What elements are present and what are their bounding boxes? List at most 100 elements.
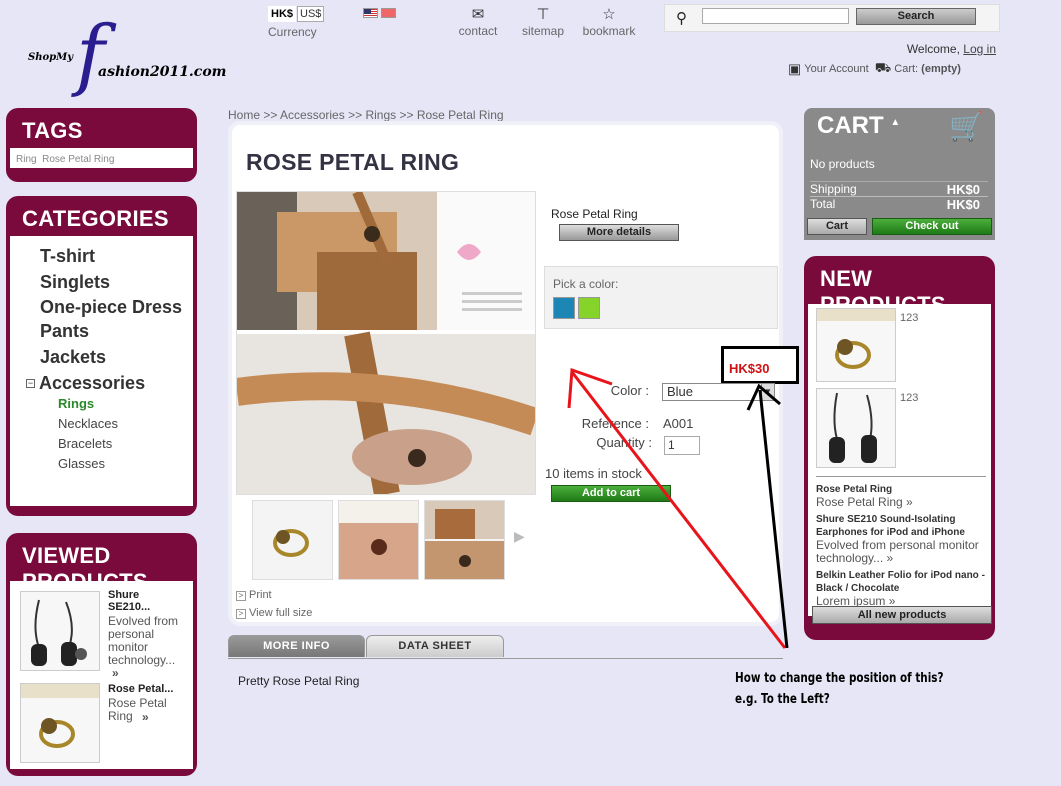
quantity-field[interactable]: 1 [664,436,700,455]
subcategory-bracelets[interactable]: Bracelets [58,434,193,454]
new-product-name[interactable]: Belkin Leather Folio for iPod nano - Bla… [816,569,986,595]
zoom-icon: > [236,609,246,619]
viewed-item-name[interactable]: Shure SE210... [108,589,178,613]
new-product-name[interactable]: Shure SE210 Sound-Isolating Earphones fo… [816,513,986,539]
tag-ring[interactable]: Ring [16,154,37,165]
product-tabs: MORE INFO DATA SHEET [228,635,783,659]
search-bar: ⚲ Search [664,4,1000,32]
contact-label: contact [458,24,498,38]
category-jackets[interactable]: Jackets [40,347,193,368]
hk-flag-icon[interactable] [381,8,396,18]
new-products-title: NEW PRODUCTS [820,266,946,317]
thumbnail-next-icon[interactable]: ▶ [514,528,525,545]
new-product-thumb-label: 123 [900,392,919,404]
breadcrumb-accessories[interactable]: Accessories [280,108,345,122]
cart-title[interactable]: CART ▲ [817,112,900,140]
earphones-thumbnail[interactable] [20,591,100,671]
thumb-ring-image [273,529,309,557]
viewed-products-list: Shure SE210... Evolved from personal mon… [10,581,193,769]
stock-status: 10 items in stock [545,466,642,481]
language-selector [363,7,399,21]
checkout-button[interactable]: Check out [872,218,992,235]
viewed-item-earphones[interactable]: Shure SE210... Evolved from personal mon… [16,587,187,683]
thumbnail-3[interactable] [424,500,505,580]
category-pants[interactable]: Pants [40,321,193,342]
print-link[interactable]: > Print [236,586,312,604]
breadcrumb-rings[interactable]: Rings [365,108,396,122]
logo-small-text: ShopMy [28,52,74,63]
welcome-area: Welcome, Log in [880,42,996,56]
color-select-value: Blue [667,384,694,399]
product-short-name: Rose Petal Ring [551,207,638,221]
viewed-item-ring[interactable]: Rose Petal... Rose Petal Ring » [16,683,187,779]
thumbnail-1[interactable] [252,500,333,580]
search-button[interactable]: Search [856,8,976,25]
color-select[interactable]: Blue ▼ [662,383,775,401]
cart-button[interactable]: Cart [807,218,867,235]
cart-icon: ⛟ [874,60,892,75]
color-picker: Pick a color: [544,266,778,329]
viewed-item-more-link[interactable]: » [142,711,149,724]
subcategory-rings[interactable]: Rings [58,394,193,414]
contact-link[interactable]: ✉ contact [455,6,501,38]
new-products-block: NEW PRODUCTS 123 123 Rose Petal Ring Ros… [804,256,995,640]
category-accessories[interactable]: − Accessories [26,373,193,394]
search-input[interactable] [702,8,849,24]
sitemap-link[interactable]: ⊤ sitemap [518,6,568,38]
category-singlets[interactable]: Singlets [40,272,193,293]
product-price: HK$30 [729,361,770,376]
category-one-piece-dress[interactable]: One-piece Dress [40,298,193,316]
bookmark-link[interactable]: ☆ bookmark [578,6,640,38]
tags-block: TAGS Ring Rose Petal Ring [6,108,197,182]
color-swatch-blue[interactable] [553,297,575,319]
subcategory-necklaces[interactable]: Necklaces [58,414,193,434]
breadcrumb-home[interactable]: Home [228,108,260,122]
site-logo[interactable]: ShopMy f ashion2011.com [28,16,226,102]
categories-block: CATEGORIES T-shirt Singlets One-piece Dr… [6,196,197,516]
shipping-label: Shipping [810,182,857,196]
us-flag-icon[interactable] [363,8,378,18]
add-to-cart-button[interactable]: Add to cart [551,485,671,502]
shipping-value: HK$0 [946,182,980,197]
categories-list: T-shirt Singlets One-piece Dress Pants J… [10,236,193,506]
thumbnail-2[interactable] [338,500,419,580]
tags-list: Ring Rose Petal Ring [10,148,193,168]
print-icon: > [236,591,246,601]
tag-rose-petal-ring[interactable]: Rose Petal Ring [42,154,114,165]
account-icon: ▣ [788,60,802,77]
your-account-link[interactable]: Your Account [804,63,868,75]
cart-no-products: No products [810,157,875,171]
viewed-item-name[interactable]: Rose Petal... [108,683,173,695]
viewed-item-desc: Evolved from personal monitor technology… [108,614,179,667]
new-product-desc[interactable]: Rose Petal Ring » [816,496,986,509]
header-cart-label[interactable]: Cart: [894,63,918,75]
ring-image [21,684,99,748]
currency-usd[interactable]: US$ [297,6,325,22]
currency-hkd[interactable]: HK$ [268,6,297,22]
viewed-item-more-link[interactable]: » [112,667,119,680]
collapse-icon[interactable]: − [26,379,35,388]
more-details-button[interactable]: More details [559,224,679,241]
account-bar: ▣ Your Account ⛟ Cart: (empty) [788,60,998,78]
chevron-up-icon[interactable]: ▲ [890,117,900,128]
category-tshirt[interactable]: T-shirt [40,246,193,267]
new-product-ring-thumbnail[interactable] [816,308,896,382]
product-main-image[interactable] [235,190,540,497]
new-product-earphones-thumbnail[interactable] [816,388,896,468]
login-link[interactable]: Log in [963,42,996,56]
ring-image [817,309,895,369]
ring-thumbnail[interactable] [20,683,100,763]
chevron-down-icon[interactable]: ▼ [761,383,775,401]
color-swatch-green[interactable] [578,297,600,319]
all-new-products-button[interactable]: All new products [812,606,992,624]
tab-more-info[interactable]: MORE INFO [228,635,365,657]
category-accessories-label: Accessories [39,373,146,393]
tab-data-sheet[interactable]: DATA SHEET [366,635,504,657]
subcategory-glasses[interactable]: Glasses [58,454,193,474]
new-product-thumb-label: 123 [900,312,919,324]
thumb-hand-image [339,501,418,579]
view-full-size-link[interactable]: > View full size [236,604,312,622]
new-product-desc[interactable]: Evolved from personal monitor technology… [816,539,986,565]
star-icon: ☆ [602,6,616,23]
breadcrumb-separator: >> [348,108,363,122]
